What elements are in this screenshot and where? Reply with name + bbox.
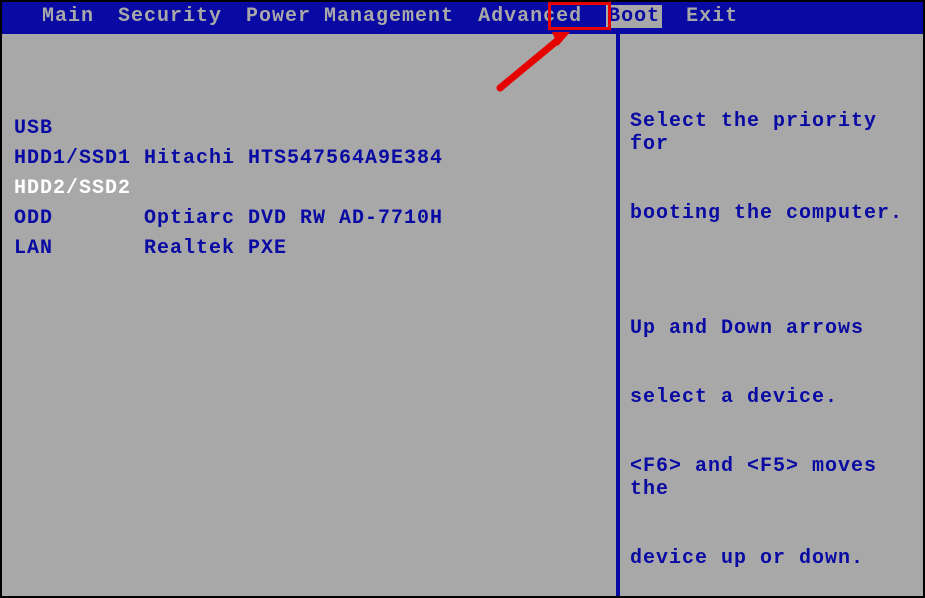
boot-key: USB [14, 114, 144, 144]
boot-value: Realtek PXE [144, 234, 287, 264]
bios-menu-bar: Main Security Power Management Advanced … [2, 2, 923, 30]
tab-security[interactable]: Security [118, 5, 222, 28]
help-line: device up or down. [630, 547, 913, 570]
boot-order-pane: USB HDD1/SSD1 Hitachi HTS547564A9E384 HD… [2, 34, 616, 596]
bios-content-area: USB HDD1/SSD1 Hitachi HTS547564A9E384 HD… [2, 30, 923, 596]
boot-value: Optiarc DVD RW AD-7710H [144, 204, 443, 234]
boot-row-hdd1[interactable]: HDD1/SSD1 Hitachi HTS547564A9E384 [14, 144, 604, 174]
tab-advanced[interactable]: Advanced [478, 5, 582, 28]
boot-value: Hitachi HTS547564A9E384 [144, 144, 443, 174]
boot-row-usb[interactable]: USB [14, 114, 604, 144]
boot-key: HDD2/SSD2 [14, 174, 144, 204]
boot-key: ODD [14, 204, 144, 234]
boot-key: HDD1/SSD1 [14, 144, 144, 174]
tab-exit[interactable]: Exit [686, 5, 738, 28]
tab-power-management[interactable]: Power Management [246, 5, 454, 28]
boot-row-odd[interactable]: ODD Optiarc DVD RW AD-7710H [14, 204, 604, 234]
boot-key: LAN [14, 234, 144, 264]
help-pane: Select the priority for booting the comp… [616, 34, 923, 596]
boot-order-list[interactable]: USB HDD1/SSD1 Hitachi HTS547564A9E384 HD… [14, 114, 604, 264]
help-line: booting the computer. [630, 202, 913, 225]
tab-main[interactable]: Main [42, 5, 94, 28]
help-line: select a device. [630, 386, 913, 409]
help-line: Up and Down arrows [630, 317, 913, 340]
boot-row-hdd2[interactable]: HDD2/SSD2 [14, 174, 604, 204]
help-line: <F6> and <F5> moves the [630, 455, 913, 501]
tab-boot[interactable]: Boot [606, 5, 662, 28]
boot-row-lan[interactable]: LAN Realtek PXE [14, 234, 604, 264]
help-line: Select the priority for [630, 110, 913, 156]
